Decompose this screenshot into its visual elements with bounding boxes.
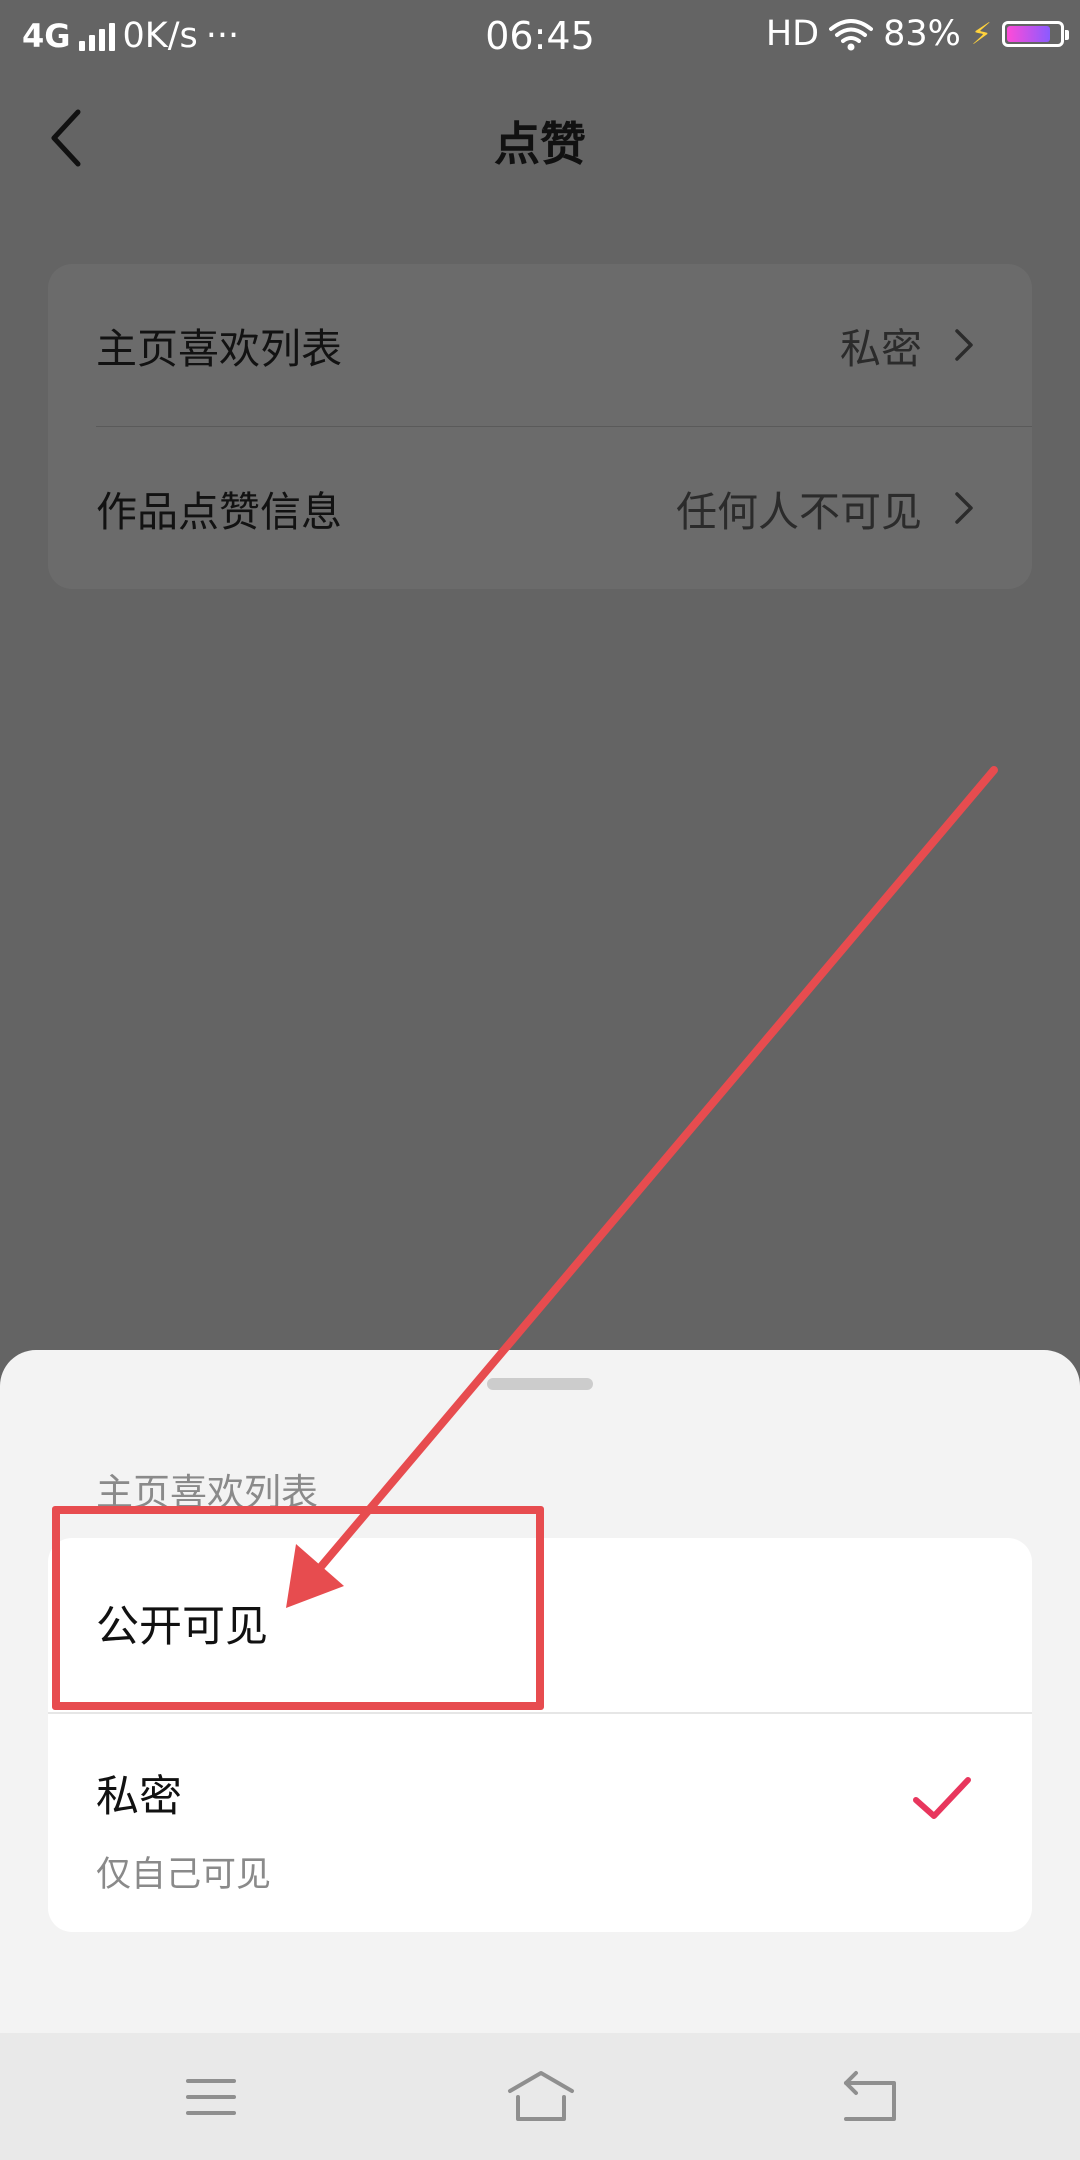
- page-title: 点赞: [494, 117, 586, 171]
- battery-icon: [1002, 21, 1069, 47]
- menu-icon: [186, 2079, 236, 2115]
- nav-menu-button[interactable]: [166, 2067, 256, 2127]
- nav-home-button[interactable]: [496, 2067, 586, 2127]
- settings-card: 主页喜欢列表 私密 作品点赞信息 任何人不可见: [48, 264, 1032, 589]
- wifi-icon: [829, 19, 874, 51]
- battery-percent: 83%: [883, 14, 961, 54]
- chevron-right-icon: [955, 329, 973, 361]
- settings-row-like-info[interactable]: 作品点赞信息 任何人不可见: [48, 427, 1032, 589]
- settings-row-like-list[interactable]: 主页喜欢列表 私密: [48, 264, 1032, 426]
- option-description: 仅自己可见: [96, 1855, 272, 1895]
- option-private[interactable]: 私密 仅自己可见: [48, 1714, 1032, 1932]
- check-icon: [913, 1777, 971, 1819]
- back-icon: [844, 2071, 896, 2121]
- sheet-handle[interactable]: [487, 1378, 593, 1390]
- status-bar: 4G 0K/s ··· 06:45 HD 83% ⚡: [0, 0, 1080, 74]
- chevron-right-icon: [955, 492, 973, 524]
- charging-icon: ⚡: [970, 16, 992, 52]
- row-label: 主页喜欢列表: [96, 325, 342, 373]
- row-value: 私密: [840, 325, 922, 373]
- status-right: HD 83% ⚡: [765, 14, 1069, 54]
- nav-back-button[interactable]: [824, 2067, 914, 2127]
- row-label: 作品点赞信息: [96, 488, 342, 536]
- hd-badge: HD: [765, 14, 820, 54]
- home-icon: [508, 2071, 574, 2121]
- navigation-bar: [0, 2033, 1080, 2160]
- annotation-highlight-box: [52, 1506, 544, 1710]
- option-label: 私密: [96, 1772, 182, 1822]
- row-value: 任何人不可见: [676, 488, 922, 536]
- screen: 4G 0K/s ··· 06:45 HD 83% ⚡ 点赞 主页喜欢列表 私密 …: [0, 0, 1080, 2160]
